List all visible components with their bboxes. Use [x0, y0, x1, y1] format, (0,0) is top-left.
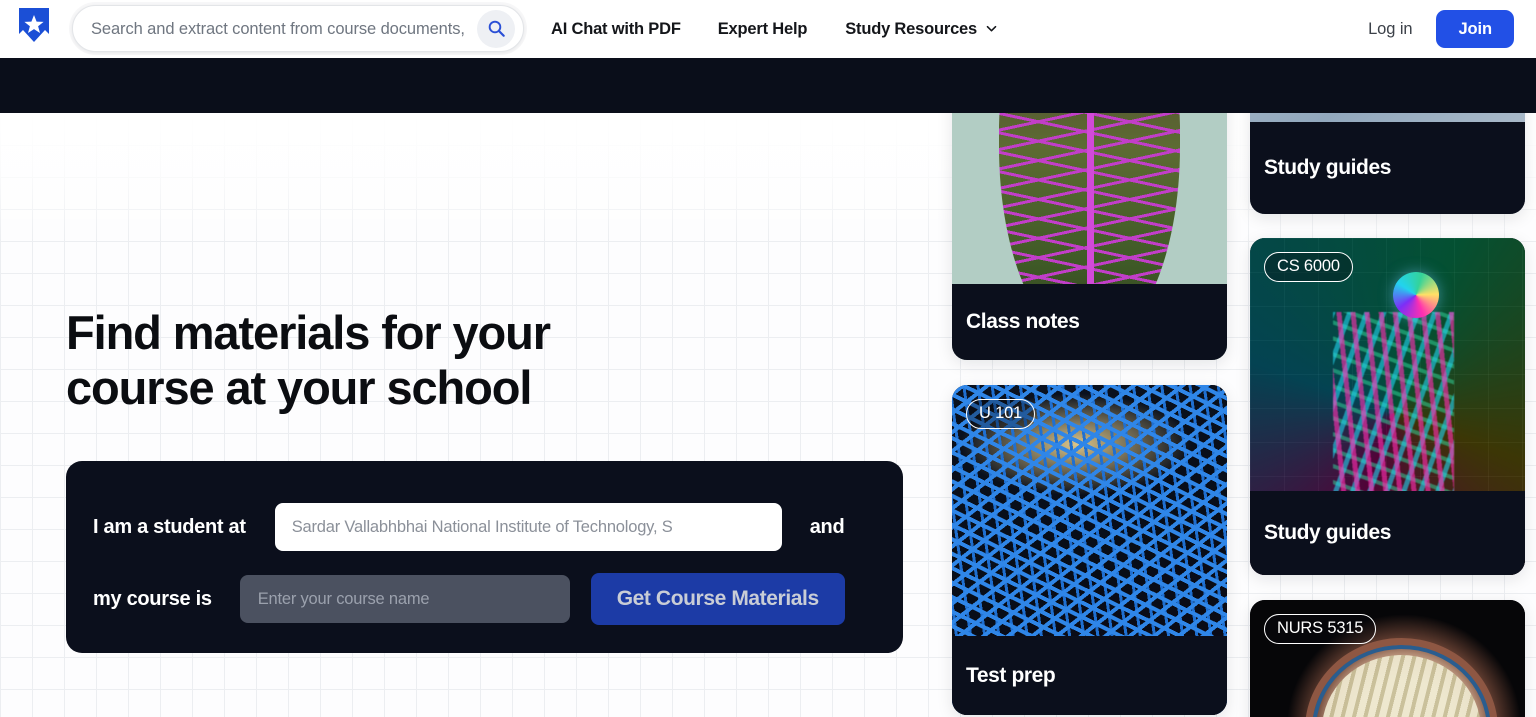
card-title: Class notes — [952, 284, 1227, 360]
nav-item-ai-chat-with-pdf[interactable]: AI Chat with PDF — [551, 20, 681, 39]
nav-item-expert-help[interactable]: Expert Help — [718, 20, 808, 39]
dark-banner-strip — [0, 58, 1536, 113]
page-title: Find materials for your course at your s… — [66, 305, 686, 415]
card-nursing-5315[interactable]: NURS 5315 — [1250, 600, 1525, 717]
course-finder-form: I am a student at and my course is Get C… — [66, 461, 903, 653]
nav-item-label: AI Chat with PDF — [551, 19, 681, 38]
course-label: my course is — [93, 587, 212, 610]
top-navbar: AI Chat with PDF Expert Help Study Resou… — [0, 0, 1536, 58]
conjunction-and: and — [809, 515, 845, 538]
course-code-badge: U 101 — [966, 399, 1036, 429]
search-input[interactable] — [91, 6, 477, 51]
chevron-down-icon — [986, 25, 997, 31]
school-label: I am a student at — [93, 515, 246, 538]
nav-account-actions: Log in Join — [1368, 0, 1514, 58]
page-root: AI Chat with PDF Expert Help Study Resou… — [0, 0, 1536, 717]
join-button[interactable]: Join — [1436, 10, 1514, 48]
form-row-course: my course is Get Course Materials — [93, 573, 845, 625]
splash-sphere-shape — [1393, 271, 1439, 318]
headline-line-1: Find materials for your — [66, 306, 551, 359]
card-title: Study guides — [1250, 491, 1525, 575]
card-study-guides-cs6000[interactable]: CS 6000 Study guides — [1250, 238, 1525, 575]
nav-item-study-resources[interactable]: Study Resources — [845, 20, 997, 39]
form-row-school: I am a student at and — [93, 503, 845, 551]
card-title: Test prep — [952, 636, 1227, 715]
search-bar[interactable] — [72, 5, 524, 52]
nav-item-label: Expert Help — [717, 19, 808, 38]
login-link[interactable]: Log in — [1368, 20, 1412, 39]
course-code-badge: NURS 5315 — [1264, 614, 1377, 644]
card-test-prep[interactable]: U 101 Test prep — [952, 385, 1227, 715]
school-input[interactable] — [274, 503, 782, 551]
nav-links: AI Chat with PDF Expert Help Study Resou… — [551, 0, 997, 58]
search-icon — [488, 20, 505, 37]
nav-item-label: Study Resources — [845, 19, 978, 38]
get-course-materials-button[interactable]: Get Course Materials — [590, 573, 845, 625]
search-button[interactable] — [477, 9, 515, 48]
shield-star-logo[interactable] — [16, 7, 52, 45]
course-name-input[interactable] — [239, 575, 570, 623]
course-code-badge: CS 6000 — [1264, 252, 1353, 282]
headline-line-2: course at your school — [66, 361, 532, 414]
card-title: Study guides — [1250, 122, 1525, 214]
